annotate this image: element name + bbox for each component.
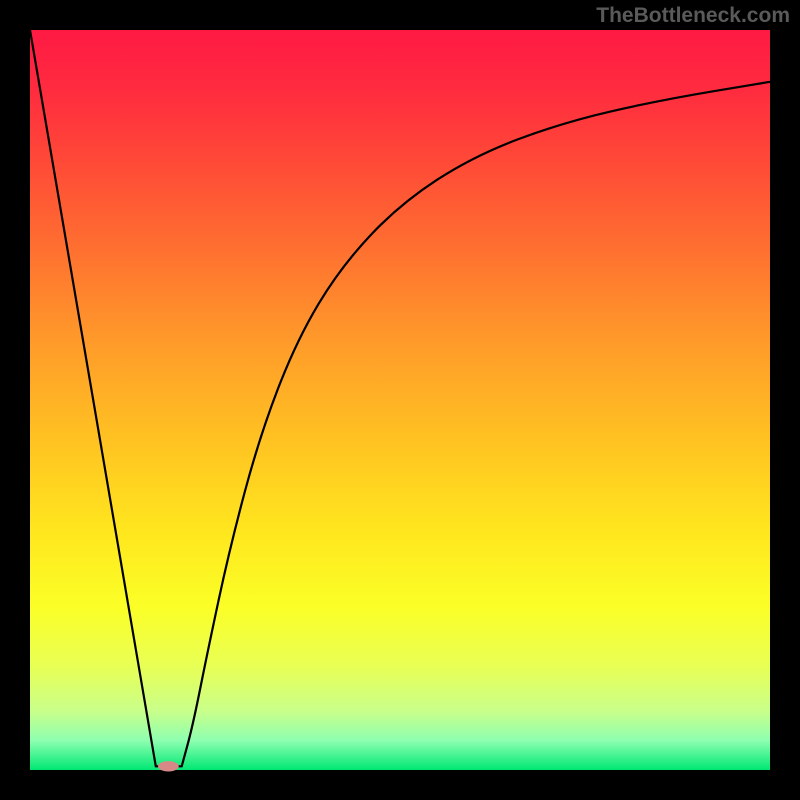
gradient-background bbox=[30, 30, 770, 770]
watermark-text: TheBottleneck.com bbox=[596, 4, 790, 28]
bottleneck-chart bbox=[0, 0, 800, 800]
chart-container: TheBottleneck.com bbox=[0, 0, 800, 800]
valley-marker bbox=[158, 761, 179, 771]
